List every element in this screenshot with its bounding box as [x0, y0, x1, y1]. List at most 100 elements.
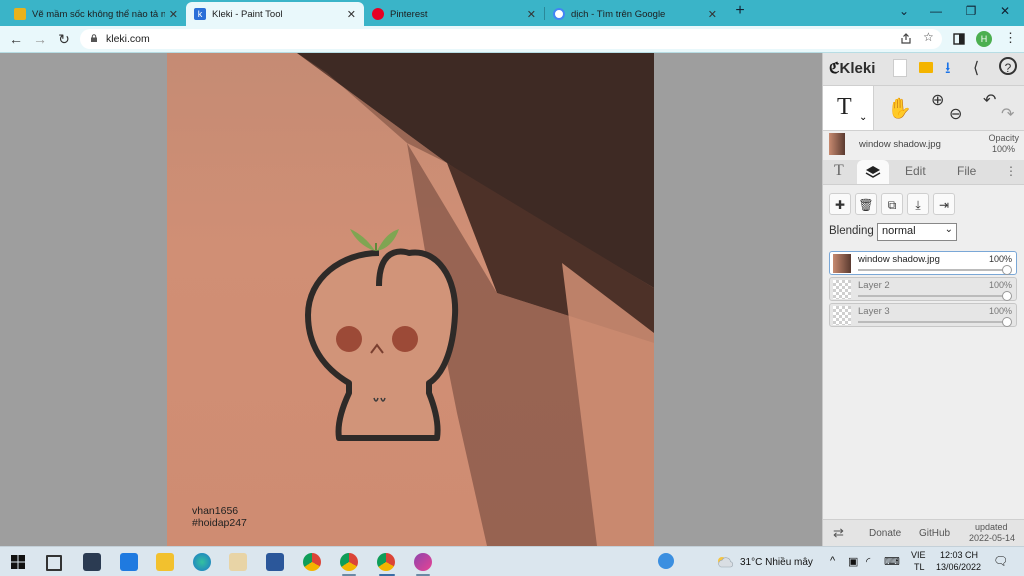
chevron-down-icon[interactable]: ⌄: [859, 112, 867, 123]
tab-title: dịch - Tìm trên Google: [571, 8, 666, 20]
layer-item[interactable]: Layer 2 100%: [829, 277, 1017, 301]
help-tips-icon[interactable]: [658, 553, 674, 569]
weather-text[interactable]: 31°C Nhiều mây: [740, 557, 813, 568]
layer-opacity-slider[interactable]: [858, 321, 1006, 323]
donate-link[interactable]: Donate: [869, 528, 901, 539]
opacity-value: 100%: [991, 144, 1015, 154]
open-folder-icon[interactable]: [919, 62, 933, 73]
bookmark-star-icon[interactable]: ☆: [923, 30, 934, 44]
chrome-profile-icon[interactable]: [340, 553, 358, 571]
new-image-icon[interactable]: [893, 59, 907, 77]
notification-icon[interactable]: 🗨: [993, 554, 1008, 568]
tab-file[interactable]: File: [957, 164, 976, 178]
minimize-button[interactable]: —: [926, 4, 946, 18]
edge-browser-icon[interactable]: [193, 553, 211, 571]
clock-date[interactable]: 13/06/2022: [936, 562, 981, 572]
help-icon[interactable]: ?: [999, 57, 1017, 75]
slider-knob[interactable]: [1002, 291, 1012, 301]
file-explorer-icon[interactable]: [156, 553, 174, 571]
close-tab-icon[interactable]: ✕: [169, 8, 178, 21]
github-link[interactable]: GitHub: [919, 528, 950, 539]
chevron-up-icon[interactable]: ^: [830, 555, 835, 567]
swap-arrows-icon[interactable]: ⇄: [833, 525, 844, 541]
add-layer-button[interactable]: ✚: [829, 193, 851, 215]
restore-button[interactable]: ❐: [961, 4, 981, 18]
profile-avatar[interactable]: H: [976, 31, 992, 47]
slider-knob[interactable]: [1002, 265, 1012, 275]
layer-item[interactable]: Layer 3 100%: [829, 303, 1017, 327]
paint-app-icon[interactable]: [229, 553, 247, 571]
url-text: kleki.com: [106, 33, 150, 45]
tool-row: T ⌄ ✋ ⊕ ⊖ ↶ ↷: [823, 86, 1024, 131]
windows-start-icon[interactable]: [11, 555, 25, 569]
clock-time[interactable]: 12:03 CH: [940, 550, 978, 560]
forward-arrow-icon[interactable]: →: [32, 31, 48, 47]
layer-name: Layer 2: [858, 280, 890, 291]
current-layer-info: window shadow.jpg Opacity 100%: [823, 130, 1024, 160]
layer-thumbnail: [833, 254, 851, 273]
chrome-active-icon[interactable]: [377, 553, 395, 571]
back-arrow-icon[interactable]: ←: [8, 31, 24, 47]
redo-icon[interactable]: ↷: [1001, 104, 1014, 124]
slider-knob[interactable]: [1002, 317, 1012, 327]
more-menu-icon[interactable]: ⋮: [1005, 164, 1017, 178]
close-tab-icon[interactable]: ✕: [347, 8, 356, 21]
zoom-out-icon[interactable]: ⊖: [949, 104, 962, 124]
menu-kebab-icon[interactable]: ⋮: [1004, 30, 1017, 46]
delete-layer-icon[interactable]: 🗑: [855, 193, 877, 215]
download-icon[interactable]: ⭳: [945, 57, 951, 84]
canvas-workspace[interactable]: vhan1656 #hoidap247: [0, 53, 822, 546]
share-icon[interactable]: ⟨: [973, 58, 979, 78]
url-omnibox[interactable]: kleki.com ☆: [80, 29, 942, 49]
tab-layers[interactable]: [857, 160, 889, 184]
layer-opacity-slider[interactable]: [858, 269, 1006, 271]
mail-icon[interactable]: [120, 553, 138, 571]
merge-down-icon[interactable]: ⤓: [907, 193, 929, 215]
input-method[interactable]: TL: [914, 562, 925, 572]
panel-footer: ⇄ Donate GitHub updated 2022-05-14: [823, 519, 1024, 547]
cloudy-weather-icon: [718, 557, 733, 568]
current-layer-thumbnail: [829, 133, 845, 155]
tab-title: Kleki - Paint Tool: [212, 8, 283, 20]
google-icon: [553, 8, 565, 20]
chat-app-icon[interactable]: [83, 553, 101, 571]
messenger-icon[interactable]: [414, 553, 432, 571]
close-tab-icon[interactable]: ✕: [527, 8, 536, 21]
tab-pinterest[interactable]: Pinterest ✕: [364, 2, 544, 26]
pinterest-icon: [372, 8, 384, 20]
zoom-in-icon[interactable]: ⊕: [931, 90, 944, 110]
duplicate-layer-icon[interactable]: ⧉: [881, 193, 903, 215]
layer-opacity: 100%: [988, 280, 1012, 290]
tab-kleki[interactable]: k Kleki - Paint Tool ✕: [186, 2, 364, 26]
text-tool-button[interactable]: T ⌄: [823, 86, 874, 130]
undo-icon[interactable]: ↶: [983, 90, 996, 110]
reload-icon[interactable]: ↻: [56, 31, 72, 47]
layer-item[interactable]: window shadow.jpg 100%: [829, 251, 1017, 275]
share-icon[interactable]: [900, 33, 912, 45]
tab-ve-mam[interactable]: Vẽ mầm sốc không thể nào tả nổi ✕: [6, 2, 186, 26]
rename-layer-icon[interactable]: ⇥: [933, 193, 955, 215]
tab-edit[interactable]: Edit: [905, 164, 926, 178]
wifi-icon[interactable]: ◜: [866, 555, 870, 568]
close-tab-icon[interactable]: ✕: [708, 8, 717, 21]
layer-opacity-slider[interactable]: [858, 295, 1006, 297]
task-view-icon[interactable]: [46, 555, 62, 571]
tab-google[interactable]: dịch - Tìm trên Google ✕: [545, 2, 725, 26]
close-window-button[interactable]: ✕: [995, 4, 1015, 18]
new-tab-button[interactable]: +: [730, 2, 750, 20]
tab-search-dropdown-icon[interactable]: ⌄: [894, 4, 914, 18]
layer-opacity: 100%: [988, 306, 1012, 316]
tab-tool-settings[interactable]: T: [834, 162, 844, 180]
chrome-icon[interactable]: [303, 553, 321, 571]
language-code[interactable]: VIE: [911, 550, 926, 560]
keyboard-icon[interactable]: ⌨: [884, 555, 900, 568]
browser-tab-strip: Vẽ mầm sốc không thể nào tả nổi ✕ k Klek…: [0, 0, 1024, 26]
drawing-canvas[interactable]: vhan1656 #hoidap247: [167, 53, 654, 546]
screen-icon[interactable]: ▣: [848, 555, 858, 568]
side-panel-icon[interactable]: [953, 33, 965, 45]
hand-tool-icon[interactable]: ✋: [887, 96, 912, 121]
blending-select[interactable]: normal ⌄: [877, 223, 957, 241]
blending-label: Blending: [829, 225, 874, 237]
word-icon[interactable]: [266, 553, 284, 571]
windows-taskbar: 31°C Nhiều mây ^ ▣ ◜ ⌨ VIE TL 12:03 CH 1…: [0, 546, 1024, 576]
